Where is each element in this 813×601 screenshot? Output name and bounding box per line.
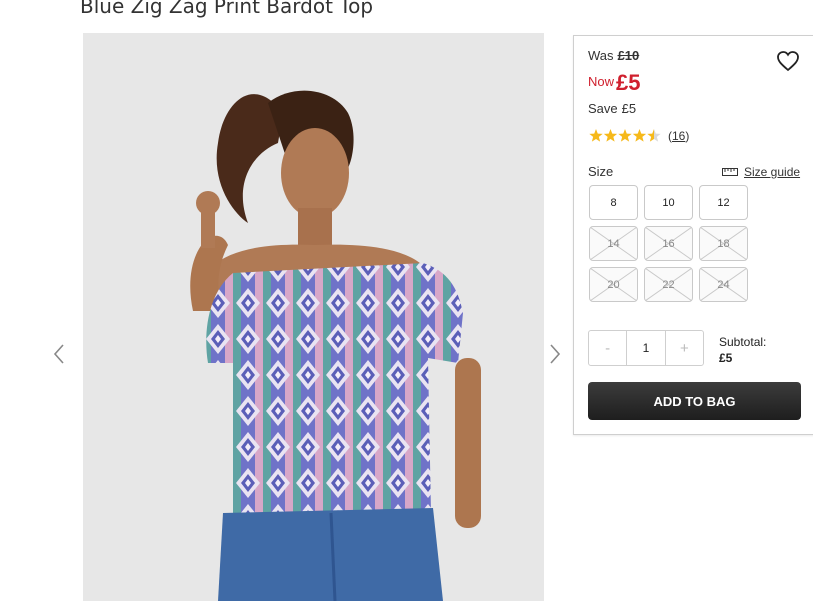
- subtotal-label: Subtotal:: [719, 335, 767, 349]
- product-image: [83, 33, 544, 601]
- star-rating: [589, 129, 661, 142]
- add-to-bag-button[interactable]: ADD TO BAG: [588, 382, 801, 420]
- size-option-label: 10: [662, 196, 675, 209]
- size-option-24[interactable]: 24: [699, 267, 748, 302]
- size-option-label: 24: [717, 278, 730, 291]
- size-option-label: 18: [717, 237, 730, 250]
- now-price: Now£5: [588, 70, 641, 96]
- heart-icon: [777, 51, 799, 72]
- review-count-close: ): [685, 129, 690, 143]
- rating: (16): [588, 128, 689, 144]
- size-option-label: 8: [610, 196, 617, 209]
- size-option-14[interactable]: 14: [589, 226, 638, 261]
- product-title: Blue Zig Zag Print Bardot Top: [80, 0, 374, 18]
- size-label: Size: [588, 164, 614, 179]
- was-price: Was £10: [588, 48, 639, 63]
- star-icon: [618, 129, 632, 142]
- star-icon: [603, 129, 618, 142]
- size-guide-link[interactable]: Size guide: [722, 165, 800, 179]
- size-option-label: 16: [662, 237, 675, 250]
- was-label: Was: [588, 48, 614, 63]
- review-count-link[interactable]: 16: [672, 129, 685, 143]
- size-option-8[interactable]: 8: [589, 185, 638, 220]
- quantity-value[interactable]: 1: [626, 331, 666, 365]
- wishlist-button[interactable]: [776, 50, 800, 72]
- chevron-left-icon: [53, 344, 64, 364]
- next-image-button[interactable]: [546, 342, 562, 366]
- quantity-decrease-button[interactable]: -: [589, 331, 626, 365]
- quantity-increase-button[interactable]: +: [666, 331, 703, 365]
- subtotal: Subtotal: £5: [719, 334, 766, 366]
- size-option-label: 20: [607, 278, 620, 291]
- star-icon: [632, 129, 647, 142]
- size-option-20[interactable]: 20: [589, 267, 638, 302]
- was-value: £10: [617, 48, 640, 63]
- star-icon: [647, 129, 661, 142]
- size-option-22[interactable]: 22: [644, 267, 693, 302]
- save-value: £5: [621, 101, 637, 116]
- size-option-label: 14: [607, 237, 620, 250]
- quantity-stepper: - 1 +: [588, 330, 704, 366]
- previous-image-button[interactable]: [52, 342, 68, 366]
- size-option-18[interactable]: 18: [699, 226, 748, 261]
- star-icon: [589, 129, 603, 142]
- now-label: Now: [588, 74, 615, 89]
- size-guide-label: Size guide: [744, 165, 801, 179]
- size-option-16[interactable]: 16: [644, 226, 693, 261]
- chevron-right-icon: [550, 344, 561, 364]
- subtotal-value: £5: [719, 351, 733, 365]
- size-option-label: 12: [717, 196, 730, 209]
- size-option-label: 22: [662, 278, 675, 291]
- now-value: £5: [616, 70, 641, 95]
- purchase-panel: Was £10 Now£5 Save £5 (16) Size Size gui…: [573, 35, 813, 435]
- size-option-12[interactable]: 12: [699, 185, 748, 220]
- ruler-icon: [722, 168, 738, 176]
- save-amount: Save £5: [588, 101, 636, 116]
- save-label: Save: [588, 101, 618, 116]
- size-option-10[interactable]: 10: [644, 185, 693, 220]
